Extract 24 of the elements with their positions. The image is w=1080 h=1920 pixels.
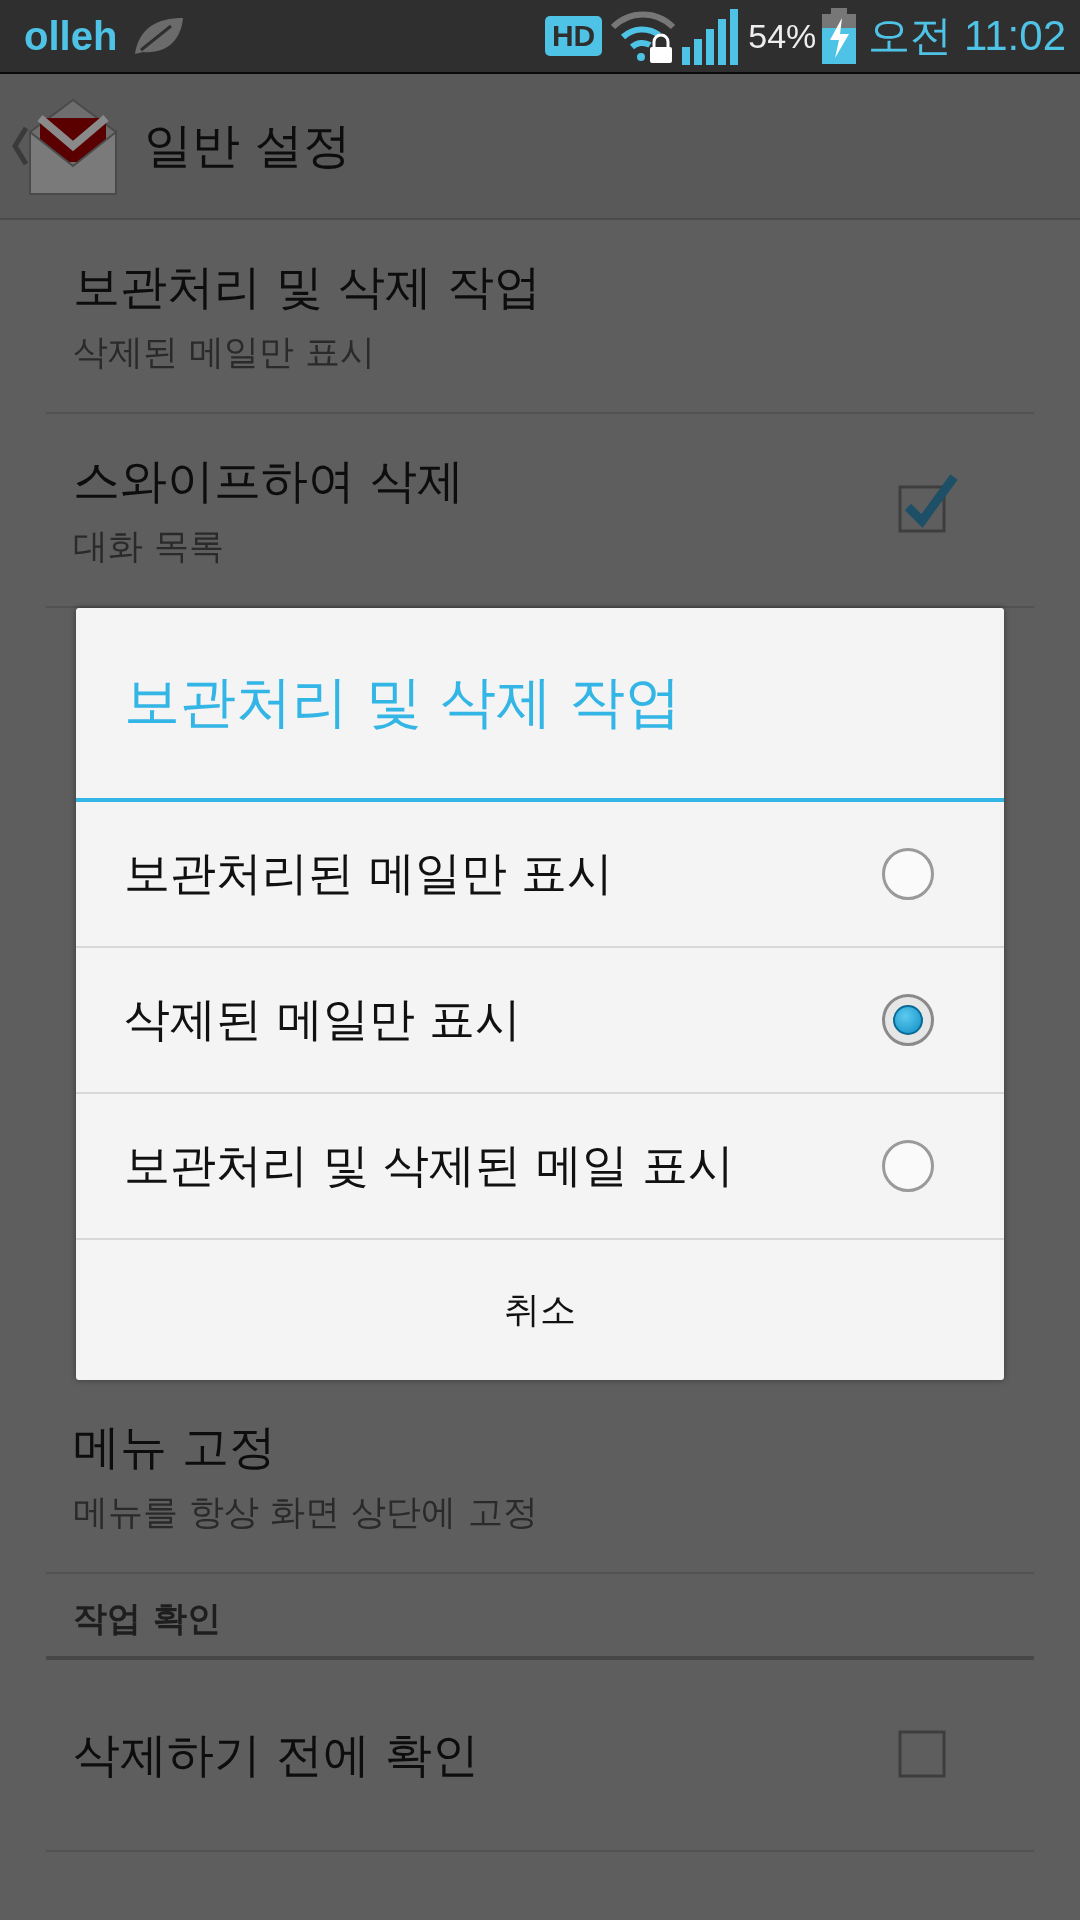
back-chevron-icon xyxy=(12,126,28,166)
hd-badge: HD xyxy=(544,16,603,56)
setting-title: 삭제하기 전에 확인 xyxy=(73,1725,480,1784)
option-row[interactable]: 보관처리된 메일만 표시 xyxy=(76,802,1004,948)
option-row[interactable]: 삭제된 메일만 표시 xyxy=(76,948,1004,1094)
battery-charging-icon xyxy=(822,8,857,64)
radio-button[interactable] xyxy=(882,1140,934,1192)
setting-title: 스와이프하여 삭제 xyxy=(73,452,465,510)
carrier-name: olleh xyxy=(24,13,118,59)
cancel-button[interactable]: 취소 xyxy=(76,1240,1004,1380)
dialog-title: 보관처리 및 삭제 작업 xyxy=(76,608,1004,802)
radio-button[interactable] xyxy=(882,848,934,900)
radio-button[interactable] xyxy=(882,994,934,1046)
signal-icon xyxy=(680,7,739,65)
setting-title: 보관처리 및 삭제 작업 xyxy=(73,258,542,316)
clock: 오전 11:02 xyxy=(868,11,1066,61)
wifi-icon xyxy=(610,9,677,63)
mail-envelope-icon xyxy=(28,96,118,196)
screen-title: 일반 설정 xyxy=(144,116,352,175)
option-row[interactable]: 보관처리 및 삭제된 메일 표시 xyxy=(76,1094,1004,1240)
battery-percent: 54% xyxy=(748,16,817,56)
setting-title: 메뉴 고정 xyxy=(73,1418,277,1476)
checkbox[interactable] xyxy=(898,471,958,533)
section-header: 작업 확인 xyxy=(73,1597,221,1640)
